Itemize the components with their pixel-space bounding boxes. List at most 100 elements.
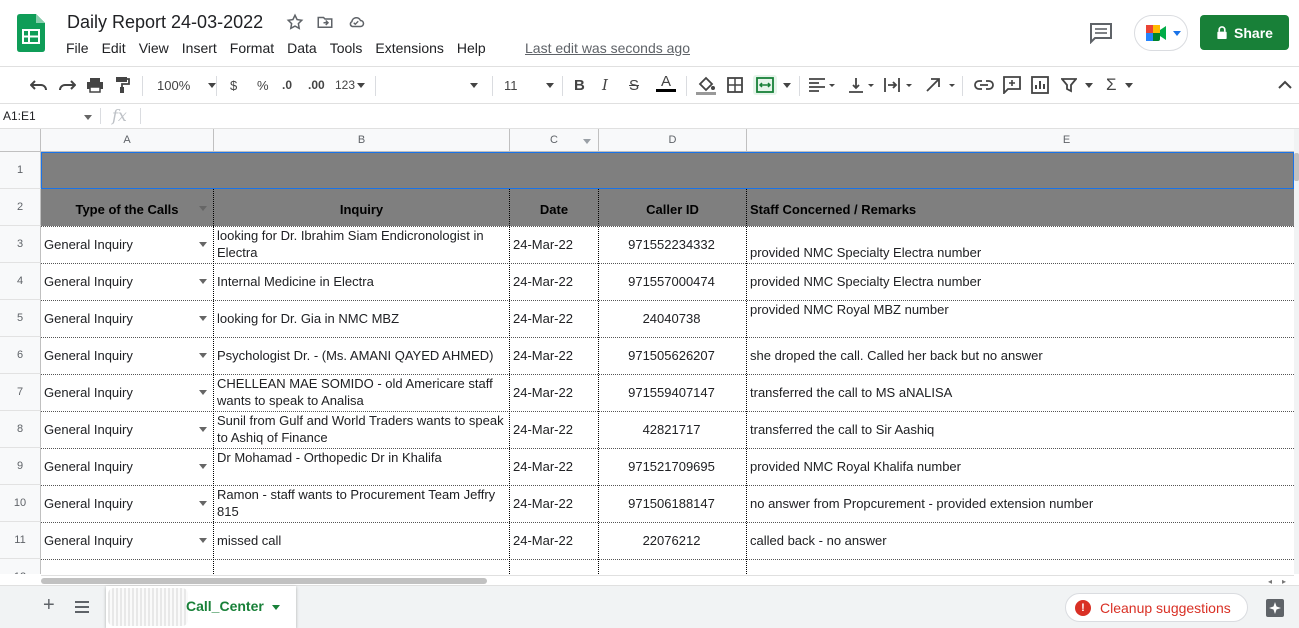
- cell-date[interactable]: 24-Mar-22: [510, 273, 599, 291]
- cell-type[interactable]: General Inquiry: [41, 495, 214, 513]
- cell-date[interactable]: 24-Mar-22: [510, 495, 599, 513]
- row-header-10[interactable]: 10: [0, 485, 41, 522]
- cloud-status-icon[interactable]: [346, 13, 365, 31]
- cell-type[interactable]: General Inquiry: [41, 421, 214, 439]
- strikethrough-icon[interactable]: S: [629, 75, 639, 95]
- header-date[interactable]: Date: [510, 189, 599, 226]
- text-rotation-icon[interactable]: [925, 75, 957, 95]
- cell-remarks[interactable]: called back - no answer: [747, 532, 1294, 550]
- row-header-4[interactable]: 4: [0, 263, 41, 300]
- document-title[interactable]: Daily Report 24-03-2022: [67, 12, 263, 33]
- cell-caller[interactable]: 42821717: [599, 421, 747, 439]
- cell-inquiry[interactable]: Ramon - staff wants to Procurement Team …: [214, 486, 510, 521]
- borders-icon[interactable]: [727, 75, 743, 95]
- collapse-menu-icon[interactable]: [1278, 75, 1292, 95]
- filter-dropdown-icon[interactable]: [1085, 75, 1093, 95]
- move-folder-icon[interactable]: [316, 13, 334, 31]
- cell-remarks[interactable]: provided NMC Royal Khalifa number: [747, 458, 1294, 476]
- cell-caller[interactable]: 22076212: [599, 532, 747, 550]
- dropdown-chevron-icon[interactable]: [199, 464, 207, 469]
- paint-format-icon[interactable]: [114, 75, 130, 95]
- vertical-align-icon[interactable]: [848, 75, 874, 95]
- menu-insert[interactable]: Insert: [182, 40, 217, 56]
- sheet-tab-dropdown-icon[interactable]: [272, 605, 280, 610]
- header-type-of-calls[interactable]: Type of the Calls: [41, 189, 214, 226]
- header-remarks[interactable]: Staff Concerned / Remarks: [747, 189, 1294, 226]
- cell-inquiry[interactable]: missed call: [214, 532, 510, 550]
- cell-inquiry[interactable]: Psychologist Dr. - (Ms. AMANI QAYED AHME…: [214, 347, 510, 365]
- cell-date[interactable]: 24-Mar-22: [510, 347, 599, 365]
- cell-type[interactable]: General Inquiry: [41, 273, 214, 291]
- all-sheets-icon[interactable]: [75, 601, 89, 613]
- cell-remarks[interactable]: no answer from Propcurement - provided e…: [747, 495, 1294, 513]
- last-edit-link[interactable]: Last edit was seconds ago: [525, 40, 690, 56]
- add-sheet-icon[interactable]: +: [43, 594, 55, 617]
- increase-decimal-button[interactable]: .00: [308, 75, 325, 95]
- cell-inquiry[interactable]: looking for Dr. Ibrahim Siam Endicronolo…: [214, 227, 510, 262]
- cell-type[interactable]: General Inquiry: [41, 347, 214, 365]
- print-icon[interactable]: [86, 75, 104, 95]
- select-all-corner[interactable]: [0, 129, 41, 152]
- cell-caller[interactable]: 971559407147: [599, 384, 747, 402]
- cell-caller[interactable]: 24040738: [599, 310, 747, 328]
- menu-help[interactable]: Help: [457, 40, 486, 56]
- italic-icon[interactable]: I: [602, 75, 608, 95]
- currency-format-button[interactable]: $: [230, 75, 237, 95]
- row-header-5[interactable]: 5: [0, 300, 41, 337]
- cell-remarks[interactable]: provided NMC Specialty Electra number: [747, 273, 1294, 291]
- header-caller-id[interactable]: Caller ID: [599, 189, 747, 226]
- row-header-9[interactable]: 9: [0, 448, 41, 485]
- header-inquiry[interactable]: Inquiry: [214, 189, 510, 226]
- star-icon[interactable]: [286, 13, 304, 31]
- merge-cells-icon[interactable]: [753, 75, 777, 95]
- sheets-logo-icon[interactable]: [17, 14, 45, 52]
- merge-dropdown-icon[interactable]: [783, 75, 791, 95]
- cell-date[interactable]: 24-Mar-22: [510, 384, 599, 402]
- cell-remarks[interactable]: provided NMC Royal MBZ number: [747, 301, 1294, 319]
- cell-date[interactable]: 24-Mar-22: [510, 421, 599, 439]
- cell-remarks[interactable]: transferred the call to MS aNALISA: [747, 384, 1294, 402]
- column-header-b[interactable]: B: [214, 129, 510, 152]
- dropdown-chevron-icon[interactable]: [199, 316, 207, 321]
- cell-type[interactable]: General Inquiry: [41, 310, 214, 328]
- row-header-11[interactable]: 11: [0, 522, 41, 559]
- cell-inquiry[interactable]: CHELLEAN MAE SOMIDO - old Americare staf…: [214, 375, 510, 410]
- meet-button[interactable]: [1134, 15, 1188, 51]
- more-formats-button[interactable]: 123: [335, 75, 366, 95]
- bold-icon[interactable]: B: [574, 75, 585, 95]
- dropdown-chevron-icon[interactable]: [199, 427, 207, 432]
- zoom-select[interactable]: 100%: [157, 75, 217, 95]
- sheet-tab-call-center[interactable]: Call_Center: [106, 586, 296, 628]
- cell-date[interactable]: 24-Mar-22: [510, 458, 599, 476]
- row-header-8[interactable]: 8: [0, 411, 41, 448]
- cell-caller[interactable]: 971506188147: [599, 495, 747, 513]
- menu-edit[interactable]: Edit: [102, 40, 126, 56]
- menu-data[interactable]: Data: [287, 40, 317, 56]
- percent-format-button[interactable]: %: [257, 75, 269, 95]
- share-button[interactable]: Share: [1200, 15, 1289, 50]
- formula-input[interactable]: [145, 104, 1295, 128]
- dropdown-chevron-icon[interactable]: [199, 501, 207, 506]
- text-wrapping-icon[interactable]: [884, 75, 912, 95]
- menu-tools[interactable]: Tools: [330, 40, 363, 56]
- menu-file[interactable]: File: [66, 40, 89, 56]
- cell-inquiry[interactable]: Dr Mohamad - Orthopedic Dr in Khalifa: [214, 449, 510, 467]
- row-header-1[interactable]: 1: [0, 152, 41, 189]
- row-header-12[interactable]: 12: [0, 559, 41, 574]
- column-header-d[interactable]: D: [599, 129, 747, 152]
- cell-inquiry[interactable]: looking for Dr. Gia in NMC MBZ: [214, 310, 510, 328]
- cell-type[interactable]: General Inquiry: [41, 532, 214, 550]
- cell-inquiry[interactable]: Internal Medicine in Electra: [214, 273, 510, 291]
- menu-view[interactable]: View: [139, 40, 169, 56]
- dropdown-chevron-icon[interactable]: [199, 279, 207, 284]
- cell-caller[interactable]: 971552234332: [599, 236, 747, 254]
- cell-caller[interactable]: 971521709695: [599, 458, 747, 476]
- cell-inquiry[interactable]: Sunil from Gulf and World Traders wants …: [214, 412, 510, 447]
- cell-remarks[interactable]: she droped the call. Called her back but…: [747, 347, 1294, 365]
- comment-history-icon[interactable]: [1089, 22, 1113, 44]
- dropdown-chevron-icon[interactable]: [199, 538, 207, 543]
- cell-type[interactable]: General Inquiry: [41, 384, 214, 402]
- fill-color-icon[interactable]: [696, 75, 716, 95]
- decrease-decimal-button[interactable]: .0: [282, 75, 292, 95]
- cell-date[interactable]: 24-Mar-22: [510, 310, 599, 328]
